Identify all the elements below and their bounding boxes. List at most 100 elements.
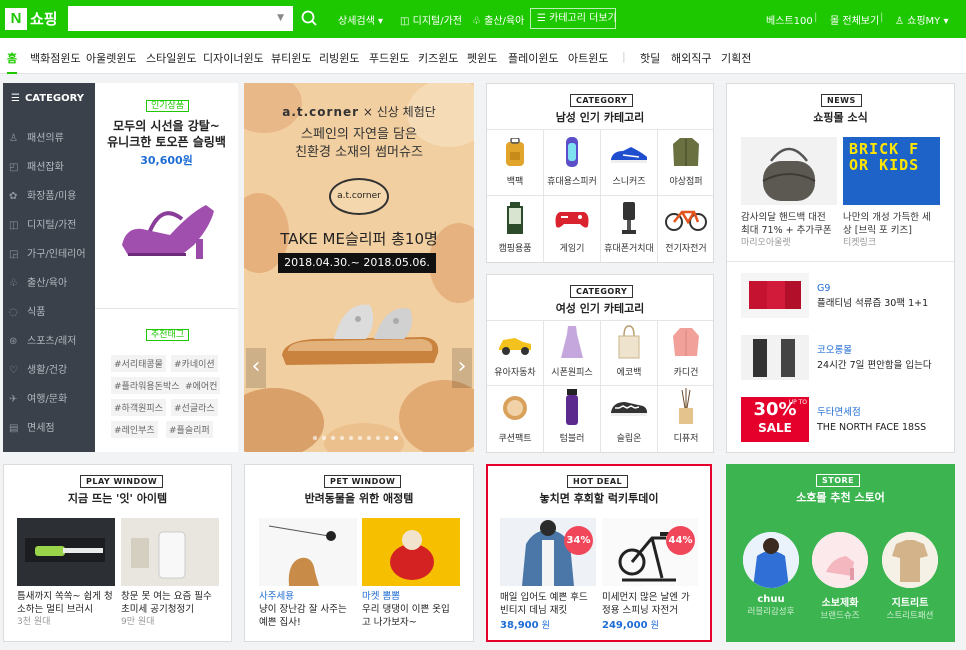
category-more-button[interactable]: ☰ 카테고리 더보기 bbox=[530, 8, 617, 29]
store-gtreet-avatar[interactable] bbox=[882, 532, 938, 588]
nav-department[interactable]: 백화점윈도 bbox=[30, 50, 81, 66]
hashtag-link[interactable]: #플라워용돈박스 bbox=[111, 377, 183, 394]
all-mall-link[interactable]: 몰 전체보기 bbox=[830, 12, 879, 27]
store-sobo-avatar[interactable] bbox=[812, 532, 868, 588]
search-button[interactable] bbox=[292, 6, 325, 31]
hashtag-link[interactable]: #하객원피스 bbox=[111, 399, 166, 416]
women-cat-tumbler[interactable]: 텀블러 bbox=[544, 386, 600, 452]
nav-designer[interactable]: 디자이너윈도 bbox=[203, 50, 264, 66]
nav-pet[interactable]: 펫윈도 bbox=[467, 50, 497, 66]
nav-style[interactable]: 스타일윈도 bbox=[146, 50, 197, 66]
hot-deal-item-bike[interactable]: 미세먼지 많은 날엔 가 정용 스피닝 자전거 249,000 원 bbox=[602, 591, 707, 633]
men-cat-game[interactable]: 게임기 bbox=[544, 196, 600, 262]
hashtag-link[interactable]: #레인부츠 bbox=[111, 421, 158, 438]
sidebar-item-baby[interactable]: ♧ 출산/육아 bbox=[9, 274, 67, 289]
sidebar-item-dutyfree[interactable]: ▤ 면세점 bbox=[9, 419, 55, 434]
search-dropdown-icon[interactable]: ▼ bbox=[277, 13, 284, 23]
digital-link[interactable]: ◫ 디지털/가전 bbox=[400, 12, 462, 27]
nav-beauty[interactable]: 뷰티윈도 bbox=[271, 50, 311, 66]
g9-image[interactable] bbox=[741, 273, 809, 318]
sidebar-item-health[interactable]: ♡ 생활/건강 bbox=[9, 361, 67, 376]
sidebar-item-food[interactable]: ◌ 식품 bbox=[9, 303, 45, 318]
my-link[interactable]: ♙ 쇼핑MY ▾ bbox=[895, 12, 949, 27]
nav-home[interactable]: 홈 bbox=[7, 50, 18, 74]
store-gtreet[interactable]: 지트리트 스트리트패션 bbox=[877, 594, 943, 621]
category-label: CATEGORY bbox=[570, 94, 634, 107]
women-cat-ecobag[interactable]: 에코백 bbox=[601, 320, 657, 385]
shopping-title[interactable]: 쇼핑 bbox=[30, 8, 58, 29]
nav-hotdeal[interactable]: 핫딜 bbox=[640, 50, 660, 66]
nav-living[interactable]: 리빙윈도 bbox=[319, 50, 359, 66]
play-item-brush[interactable]: 틈새까지 쏙쏙~ 쉽게 청 소하는 멀티 브러시 3천 원대 bbox=[17, 590, 117, 629]
men-cat-sneakers[interactable]: 스니커즈 bbox=[601, 129, 657, 195]
nav-overseas[interactable]: 해외직구 bbox=[671, 50, 711, 66]
detail-search-link[interactable]: 상세검색 ▾ bbox=[338, 12, 383, 27]
women-cat-slip-on[interactable]: 슬립온 bbox=[601, 386, 657, 452]
play-item-purifier[interactable]: 창문 못 여는 요즘 필수 초미세 공기청정기 9만 원대 bbox=[121, 590, 226, 629]
men-cat-camping[interactable]: 캠핑용품 bbox=[487, 196, 543, 262]
banner-pagination[interactable] bbox=[312, 431, 406, 441]
news-row-duty-free[interactable]: 두타면세점 THE NORTH FACE 18SS bbox=[817, 405, 926, 435]
promo-banner[interactable]: a.t.corner × 신상 체험단 스페인의 자연을 담은 친환경 소재의 썸… bbox=[244, 83, 474, 452]
air-purifier-image[interactable] bbox=[121, 518, 219, 586]
nav-outlet[interactable]: 아울렛윈도 bbox=[86, 50, 137, 66]
women-cat-dress[interactable]: 시폰원피스 bbox=[544, 320, 600, 385]
sale-image[interactable]: 30% SALE UP TO bbox=[741, 397, 809, 442]
women-cat-cardigan[interactable]: 카디건 bbox=[658, 320, 714, 385]
category-head[interactable]: ☰ CATEGORY bbox=[11, 93, 84, 104]
news-row-g9[interactable]: G9 플래티넘 석류즙 30팩 1+1 bbox=[817, 281, 928, 311]
lantern-icon bbox=[507, 202, 523, 234]
slingback-shoe-image[interactable] bbox=[110, 183, 225, 273]
pet-item-cat-toy[interactable]: 사주세용 냥이 장난감 잘 사주는 예쁜 집사! bbox=[259, 590, 359, 629]
women-cat-toy-car[interactable]: 유아자동차 bbox=[487, 320, 543, 385]
search-input[interactable]: ▼ bbox=[68, 6, 292, 31]
baby-link[interactable]: ♧ 출산/육아 bbox=[472, 12, 524, 27]
hashtag-link[interactable]: #플슬리퍼 bbox=[166, 421, 213, 438]
news-row-kolon[interactable]: 코오롱몰 24시간 7일 편안함을 입는다 bbox=[817, 343, 932, 373]
hashtag-link[interactable]: #서리태콩물 bbox=[111, 355, 166, 372]
store-chuu[interactable]: chuu 러블리감성후 bbox=[738, 594, 804, 617]
women-cat-diffuser[interactable]: 디퓨저 bbox=[658, 386, 714, 452]
men-cat-backpack[interactable]: 백팩 bbox=[487, 129, 543, 195]
brick-kids-image[interactable]: BRICK FOR KIDS bbox=[843, 137, 940, 205]
hashtag-link[interactable]: #카네이션 bbox=[171, 355, 218, 372]
men-cat-phone-holder[interactable]: 휴대폰거치대 bbox=[601, 196, 657, 262]
discount-badge: 44% bbox=[666, 526, 695, 555]
popular-title[interactable]: 모두의 시선을 강탈~ 유니크한 토오픈 슬링백 bbox=[95, 118, 238, 150]
pet-item-dog-clothes[interactable]: 마켓 뽐뽐 우리 댕댕이 이쁜 옷입 고 나가보자~ bbox=[362, 590, 467, 629]
sidebar-item-sports[interactable]: ⊛ 스포츠/레저 bbox=[9, 332, 76, 347]
men-cat-speaker[interactable]: 휴대용스피커 bbox=[544, 129, 600, 195]
nav-special[interactable]: 기획전 bbox=[721, 50, 751, 66]
handbag-image[interactable] bbox=[741, 137, 837, 205]
men-cat-jacket[interactable]: 야상점퍼 bbox=[658, 129, 714, 195]
sidebar-item-beauty[interactable]: ✿ 화장품/미용 bbox=[9, 187, 76, 202]
hashtag-link[interactable]: #에어컨 bbox=[182, 377, 221, 394]
men-cat-ebike[interactable]: 전기자전거 bbox=[658, 196, 714, 262]
dog-clothes-image[interactable] bbox=[362, 518, 460, 586]
news-card-brick[interactable]: 나만의 개성 가득한 세상 [브릭 포 키즈] 티켓링크 bbox=[843, 211, 948, 250]
nav-play[interactable]: 플레이윈도 bbox=[508, 50, 559, 66]
kolon-image[interactable] bbox=[741, 335, 809, 380]
sidebar-item-furniture[interactable]: ◲ 가구/인테리어 bbox=[9, 245, 86, 260]
banner-next-button[interactable]: › bbox=[452, 348, 472, 388]
sidebar-item-accessory[interactable]: ◰ 패션잡화 bbox=[9, 158, 64, 173]
hot-deal-item-jacket[interactable]: 매일 입어도 예쁜 후드 빈티지 데님 재킷 38,900 원 bbox=[500, 591, 600, 633]
sidebar-item-travel[interactable]: ✈ 여행/문화 bbox=[9, 390, 67, 405]
women-cat-cushion[interactable]: 쿠션팩트 bbox=[487, 386, 543, 452]
store-chuu-avatar[interactable] bbox=[743, 532, 799, 588]
sidebar-item-digital[interactable]: ◫ 디지털/가전 bbox=[9, 216, 76, 231]
bicycle-icon bbox=[665, 210, 707, 231]
nav-kids[interactable]: 키즈윈도 bbox=[418, 50, 458, 66]
naver-logo[interactable]: N bbox=[5, 8, 27, 30]
banner-copy: 스페인의 자연을 담은 친환경 소재의 썸머슈즈 bbox=[295, 127, 423, 160]
hashtag-link[interactable]: #선글라스 bbox=[171, 399, 218, 416]
store-sobo[interactable]: 소보제화 브랜드슈즈 bbox=[807, 594, 873, 621]
nav-food[interactable]: 푸드윈도 bbox=[369, 50, 409, 66]
news-card-handbag[interactable]: 감사의달 핸드백 대전 최대 71% + 추가쿠폰 마리오아울렛 bbox=[741, 211, 841, 250]
sidebar-item-fashion[interactable]: ♙ 패션의류 bbox=[9, 129, 64, 144]
best100-link[interactable]: 베스트100 bbox=[766, 12, 813, 27]
cat-toy-image[interactable] bbox=[259, 518, 357, 586]
banner-prev-button[interactable]: ‹ bbox=[246, 348, 266, 388]
brush-image[interactable] bbox=[17, 518, 115, 586]
nav-art[interactable]: 아트윈도 bbox=[568, 50, 608, 66]
